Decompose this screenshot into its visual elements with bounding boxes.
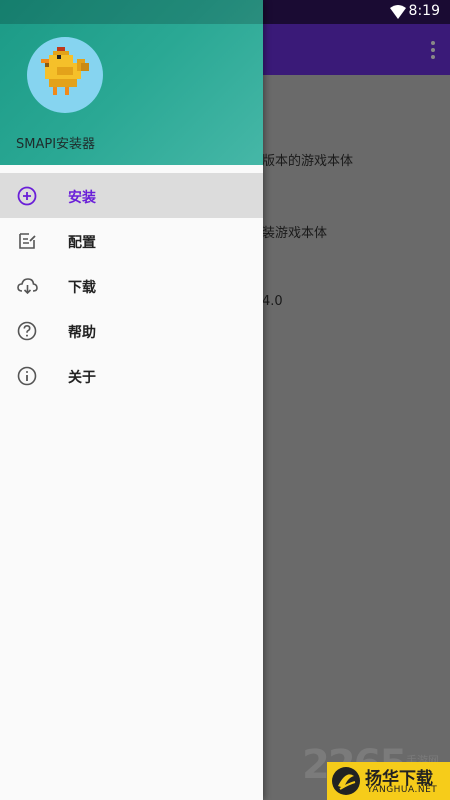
- edit-note-icon: [19, 233, 36, 249]
- menu-item-label: 关于: [68, 370, 96, 386]
- menu-item-label: 下载: [68, 280, 96, 296]
- more-vert-icon[interactable]: [430, 40, 436, 60]
- drawer-status-band: [0, 0, 263, 24]
- wifi-icon: [390, 5, 406, 19]
- menu-item-help[interactable]: 帮助: [0, 308, 263, 353]
- menu-item-label: 安装: [68, 190, 96, 206]
- info-circle-icon: [17, 366, 37, 386]
- menu-item-about[interactable]: 关于: [0, 353, 263, 398]
- chicken-icon: [41, 47, 89, 95]
- drawer-header: SMAPI安装器: [0, 0, 263, 165]
- avatar[interactable]: [27, 37, 103, 113]
- drawer-menu: 安装 配置 下载 帮助 关于: [0, 173, 263, 398]
- watermark-badge: 扬华下载 YANGHUA.NET: [327, 762, 450, 800]
- status-time: 8:19: [408, 3, 440, 19]
- drawer-header-title: SMAPI安装器: [16, 137, 96, 152]
- navigation-drawer: SMAPI安装器 安装 配置 下载 帮助 关于: [0, 0, 263, 800]
- help-circle-icon: [17, 321, 37, 341]
- menu-item-config[interactable]: 配置: [0, 218, 263, 263]
- menu-item-download[interactable]: 下载: [0, 263, 263, 308]
- cloud-download-icon: [17, 278, 38, 295]
- watermark-brand-en: YANGHUA.NET: [367, 785, 438, 795]
- content-line: 4.0: [262, 294, 283, 309]
- content-line: 装游戏本体: [262, 226, 328, 241]
- menu-item-install[interactable]: 安装: [0, 173, 263, 218]
- menu-item-label: 帮助: [68, 325, 96, 341]
- add-circle-icon: [17, 186, 37, 206]
- menu-item-label: 配置: [68, 235, 96, 251]
- watermark-logo-icon: [332, 767, 360, 795]
- content-line: 版本的游戏本体: [262, 154, 354, 169]
